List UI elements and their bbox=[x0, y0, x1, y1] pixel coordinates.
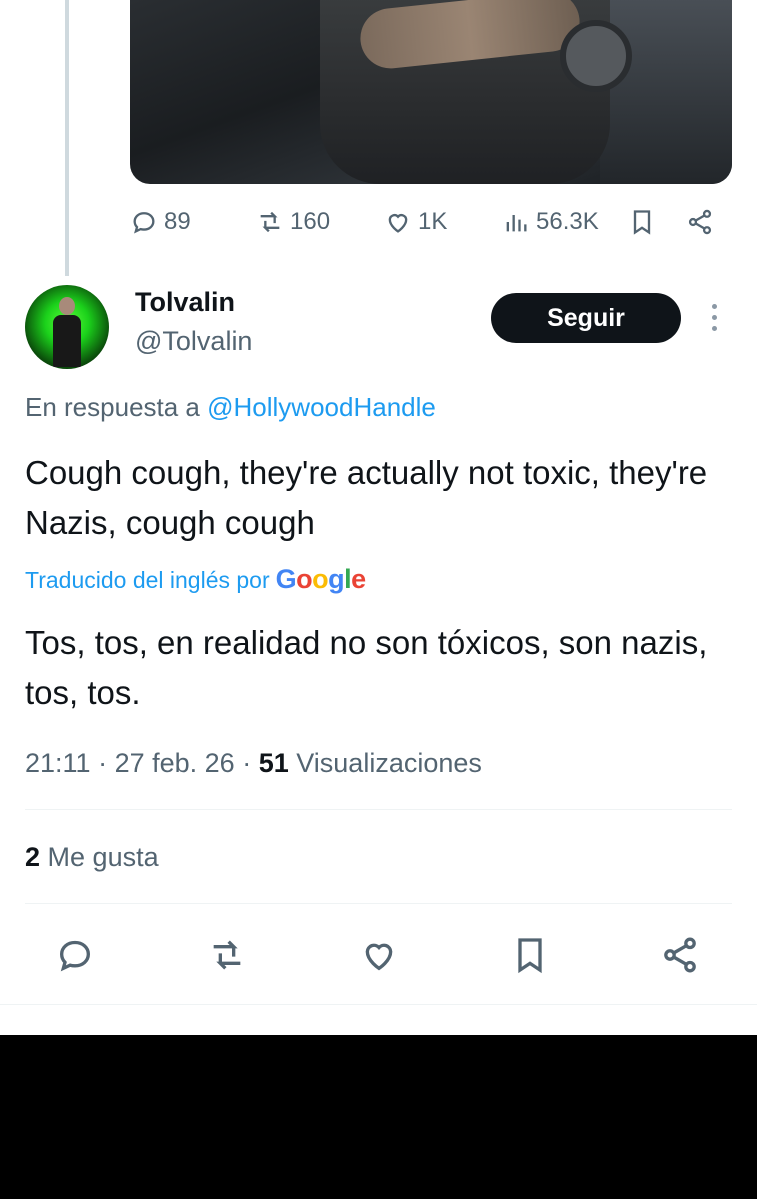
views-icon bbox=[506, 215, 527, 232]
share-action[interactable] bbox=[686, 205, 714, 239]
share-icon bbox=[688, 209, 712, 235]
translated-text: Tos, tos, en realidad no son tóxicos, so… bbox=[25, 624, 708, 711]
likes-number: 2 bbox=[25, 842, 41, 872]
like-action[interactable]: 1K bbox=[384, 205, 447, 239]
views-count: 56.3K bbox=[536, 208, 599, 235]
likes-label: Me gusta bbox=[47, 842, 159, 872]
avatar[interactable] bbox=[25, 285, 109, 369]
like-button[interactable] bbox=[354, 930, 404, 980]
repost-count: 160 bbox=[290, 208, 331, 235]
bookmark-icon bbox=[633, 210, 651, 235]
follow-button[interactable]: Seguir bbox=[491, 293, 681, 343]
repost-button[interactable] bbox=[202, 930, 252, 980]
likes-summary[interactable]: 2 Me gusta bbox=[25, 842, 159, 873]
more-vertical-icon[interactable] bbox=[703, 300, 725, 336]
image-vehicle-shape bbox=[600, 0, 732, 184]
reply-icon bbox=[59, 940, 91, 972]
google-logo: Google bbox=[275, 564, 367, 594]
translation-attribution[interactable]: Traducido del inglés por Google bbox=[25, 564, 366, 595]
display-name[interactable]: Tolvalin bbox=[135, 287, 235, 318]
reply-prefix: En respuesta a bbox=[25, 392, 200, 422]
repost-icon bbox=[213, 940, 241, 970]
previous-tweet-media-image[interactable] bbox=[130, 0, 732, 184]
bookmark-button[interactable] bbox=[505, 930, 555, 980]
bookmark-icon bbox=[518, 938, 542, 974]
image-wheel-shape bbox=[560, 20, 632, 92]
reply-action[interactable]: 89 bbox=[130, 205, 191, 239]
heart-icon bbox=[388, 214, 408, 233]
previous-tweet-actions: 89 160 1K 56.3K bbox=[130, 205, 730, 239]
bottom-black-area bbox=[0, 1035, 757, 1199]
thread-connector-line bbox=[65, 0, 69, 276]
tweet-metadata: 21:11 · 27 feb. 26 · 51 Visualizaciones bbox=[25, 748, 482, 778]
views-label: Visualizaciones bbox=[296, 748, 482, 778]
share-icon bbox=[664, 937, 696, 973]
share-button[interactable] bbox=[655, 930, 705, 980]
divider bbox=[25, 809, 732, 810]
repost-action[interactable]: 160 bbox=[256, 205, 330, 239]
avatar-figure bbox=[53, 297, 81, 367]
tweet-actions bbox=[0, 930, 757, 980]
reply-count: 89 bbox=[164, 208, 191, 235]
views-number: 51 bbox=[258, 748, 289, 778]
views-action[interactable]: 56.3K bbox=[502, 205, 599, 239]
divider bbox=[25, 903, 732, 904]
heart-icon bbox=[365, 943, 393, 971]
tweet-text: Cough cough, they're actually not toxic,… bbox=[25, 454, 708, 541]
reply-button[interactable] bbox=[50, 930, 100, 980]
reply-context: En respuesta a @HollywoodHandle bbox=[25, 392, 436, 423]
tweet-time[interactable]: 21:11 bbox=[25, 748, 91, 778]
reply-to-mention-link[interactable]: @HollywoodHandle bbox=[207, 392, 436, 422]
divider bbox=[0, 1004, 757, 1005]
like-count: 1K bbox=[418, 208, 448, 235]
user-handle[interactable]: @Tolvalin bbox=[135, 326, 252, 357]
tweet-date[interactable]: 27 feb. 26 bbox=[115, 748, 235, 778]
reply-icon bbox=[133, 212, 155, 234]
bookmark-action[interactable] bbox=[628, 205, 656, 239]
repost-icon bbox=[260, 211, 280, 233]
translated-by-label: Traducido del inglés por bbox=[25, 567, 270, 593]
